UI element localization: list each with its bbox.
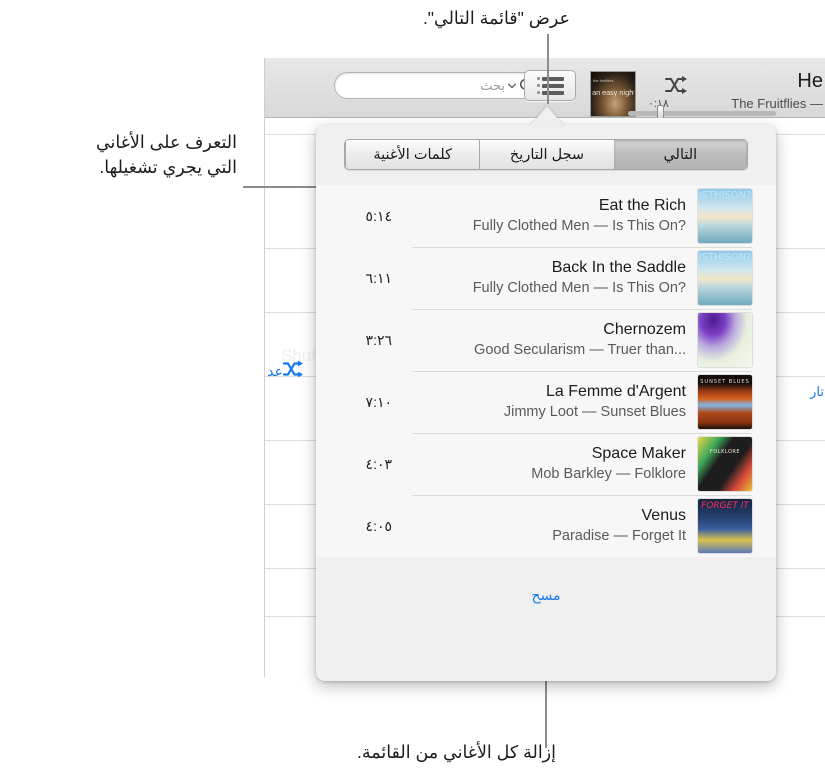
tab-lyrics[interactable]: كلمات الأغنية [345, 140, 480, 169]
leader-line-left [243, 186, 320, 188]
track-info: Eat the Rich Fully Clothed Men — Is This… [396, 196, 698, 236]
track-info: La Femme d'Argent Jimmy Loot — Sunset Bl… [396, 382, 698, 422]
clear-queue-button[interactable]: مسح [531, 587, 560, 604]
album-art-folklore: FOLKLORE [698, 437, 752, 491]
album-art-label: SUNSET BLUES [700, 379, 750, 385]
track-info: Space Maker Mob Barkley — Folklore [396, 444, 698, 484]
album-art-label: ISTHISON? [698, 190, 752, 201]
popover-header: التالي سجل التاريخ كلمات الأغنية [316, 125, 776, 185]
track-title: La Femme d'Argent [545, 382, 686, 400]
track-duration: ٤:٠٥ [365, 517, 392, 534]
chevron-down-icon[interactable] [508, 83, 516, 89]
table-row[interactable]: SUNSET BLUES La Femme d'Argent Jimmy Loo… [316, 371, 776, 433]
search-input[interactable]: بحث [334, 72, 544, 99]
popover-arrow [530, 106, 564, 126]
clear-queue-row: مسح [316, 569, 776, 621]
library-link-fragment[interactable]: تار [808, 384, 824, 400]
shuffle-icon[interactable] [665, 75, 693, 100]
album-art-forget-it: FORGET IT [698, 499, 752, 553]
album-art-truer-than [698, 313, 752, 367]
track-duration: ٧:١٠ [365, 393, 392, 410]
album-art-label: FORGET IT [701, 501, 749, 511]
track-duration: ٣:٢٦ [365, 331, 392, 348]
now-playing-art-subtext: the fruitflies [593, 78, 614, 83]
tab-history[interactable]: سجل التاريخ [479, 140, 614, 169]
track-info: Back In the Saddle Fully Clothed Men — I… [396, 258, 698, 298]
table-row[interactable]: ISTHISON? Back In the Saddle Fully Cloth… [316, 247, 776, 309]
track-title: Chernozem [603, 320, 686, 338]
up-next-button[interactable] [524, 70, 576, 101]
track-info: Chernozem Good Secularism — Truer than..… [396, 320, 698, 360]
now-playing-art-label: an easy night's day [592, 89, 634, 97]
tab-history-label: سجل التاريخ [509, 146, 585, 163]
album-art-is-this-on: ISTHISON? [698, 251, 752, 305]
callout-show-up-next: عرض "قائمة التالي". [422, 8, 570, 28]
track-subtitle: Paradise — Forget It [552, 527, 686, 544]
up-next-popover: التالي سجل التاريخ كلمات الأغنية ISTHISO… [316, 125, 776, 681]
up-next-list-icon-dots [536, 76, 540, 95]
album-art-sunset-blues: SUNSET BLUES [698, 375, 752, 429]
callout-remove-all-songs: إزالة كل الأغاني من القائمة. [356, 742, 556, 762]
track-title: Eat the Rich [598, 196, 686, 214]
track-subtitle: Jimmy Loot — Sunset Blues [503, 403, 686, 420]
table-row[interactable]: FOLKLORE Space Maker Mob Barkley — Folkl… [316, 433, 776, 495]
table-row[interactable]: ISTHISON? Eat the Rich Fully Clothed Men… [316, 185, 776, 247]
library-shuffle-icon[interactable] [282, 360, 309, 383]
track-info: Venus Paradise — Forget It [396, 506, 698, 546]
track-subtitle: Mob Barkley — Folklore [531, 465, 686, 482]
popover-tab-bar: التالي سجل التاريخ كلمات الأغنية [344, 139, 748, 170]
now-playing-subtitle: The Fruitflies — [731, 96, 823, 111]
track-subtitle: Good Secularism — Truer than... [474, 341, 686, 358]
table-row[interactable]: Chernozem Good Secularism — Truer than..… [316, 309, 776, 371]
track-duration: ٦:١١ [365, 269, 392, 286]
track-duration: ٤:٠٣ [365, 455, 392, 472]
tab-up-next-label: التالي [663, 146, 698, 163]
up-next-list-icon [541, 76, 564, 95]
playback-scrubber[interactable] [628, 105, 776, 122]
library-shuffle-label[interactable]: عد [265, 363, 283, 380]
table-row[interactable]: FORGET IT Venus Paradise — Forget It ٤:٠… [316, 495, 776, 557]
search-placeholder: بحث [480, 77, 505, 93]
now-playing-title: He [797, 70, 823, 92]
track-subtitle: Fully Clothed Men — Is This On? [472, 217, 686, 234]
track-title: Venus [641, 506, 686, 524]
track-subtitle: Fully Clothed Men — Is This On? [472, 279, 686, 296]
screenshot-root: بحث the fruitflies an easy night's day [0, 0, 825, 779]
track-duration: ٥:١٤ [365, 207, 392, 224]
track-title: Space Maker [591, 444, 686, 462]
callout-identify-songs: التعرف على الأغاني التي يجري تشغيلها. [95, 132, 237, 178]
leader-line-top [547, 34, 549, 104]
tab-up-next[interactable]: التالي [613, 140, 747, 169]
tab-lyrics-label: كلمات الأغنية [373, 146, 452, 163]
album-art-label: ISTHISON? [698, 252, 752, 263]
up-next-track-list: ISTHISON? Eat the Rich Fully Clothed Men… [316, 185, 776, 557]
album-art-label: FOLKLORE [709, 449, 741, 455]
album-art-is-this-on: ISTHISON? [698, 189, 752, 243]
track-title: Back In the Saddle [551, 258, 686, 276]
